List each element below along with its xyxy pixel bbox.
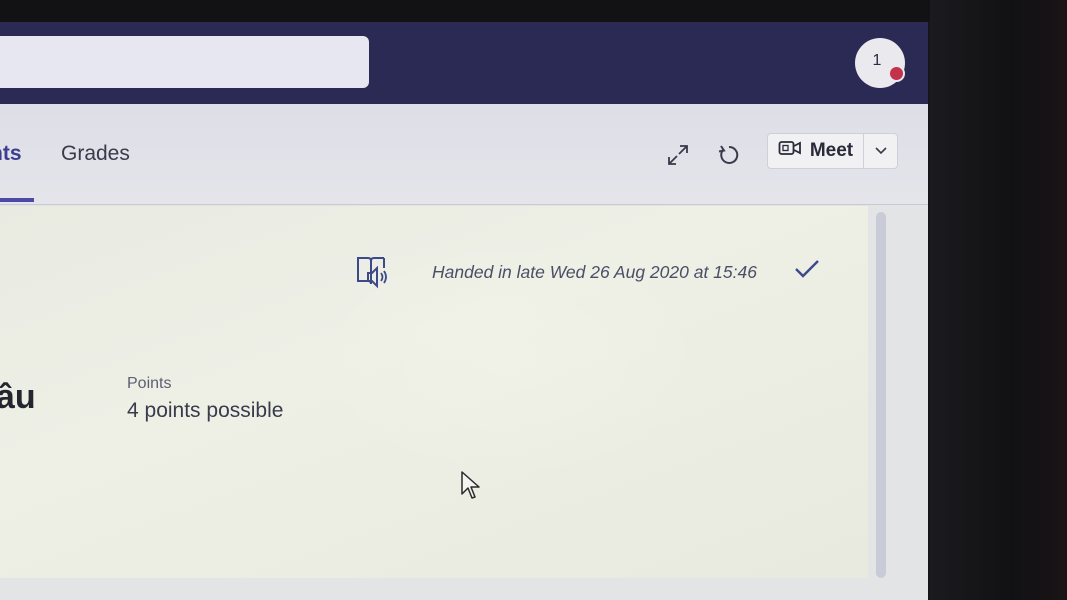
expand-icon[interactable] [663, 140, 693, 170]
meet-dropdown-button[interactable] [864, 133, 898, 169]
points-value: 4 points possible [127, 399, 284, 422]
tab-assignments[interactable]: nts [0, 142, 22, 166]
monitor-bezel-right [930, 0, 1067, 600]
meet-label: Meet [809, 140, 854, 161]
video-camera-icon [778, 139, 802, 163]
presence-status-icon [888, 65, 905, 82]
app-top-bar: 1 [0, 22, 928, 104]
submission-status: Handed in late Wed 26 Aug 2020 at 15:46 [432, 262, 757, 282]
active-tab-indicator [0, 198, 34, 202]
chevron-down-icon [874, 142, 888, 160]
meet-button[interactable]: Meet [767, 133, 864, 169]
scrollbar[interactable] [876, 212, 886, 578]
photo-frame: 1 nts Grades [0, 0, 1067, 600]
avatar-initial: 1 [872, 52, 882, 69]
monitor-bezel-top [0, 0, 1067, 22]
tab-grades[interactable]: Grades [61, 142, 130, 166]
meet-button-group: Meet [767, 133, 898, 169]
avatar[interactable]: 1 [855, 38, 905, 88]
assignment-title: âu [0, 378, 36, 416]
search-input[interactable] [0, 36, 369, 88]
immersive-reader-icon[interactable] [354, 254, 390, 290]
refresh-icon[interactable] [714, 140, 744, 170]
tab-bar: nts Grades [0, 104, 928, 205]
check-icon [793, 257, 821, 281]
mouse-pointer-icon [460, 470, 482, 502]
points-label: Points [127, 375, 172, 392]
